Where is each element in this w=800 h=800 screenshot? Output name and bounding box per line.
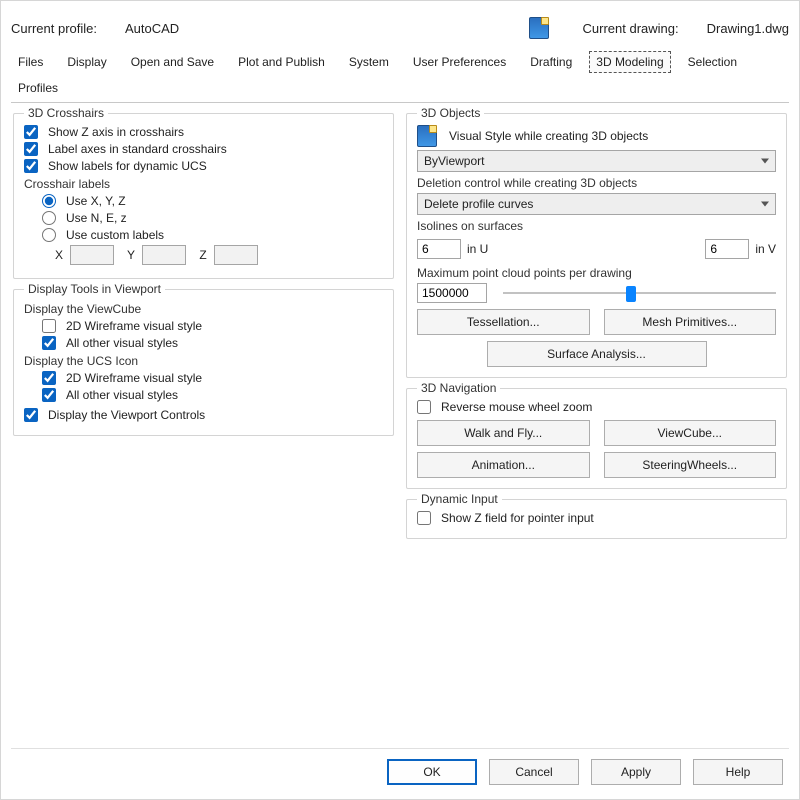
- drawing-icon: [529, 17, 549, 39]
- tab-files[interactable]: Files: [11, 51, 50, 73]
- tab-system[interactable]: System: [342, 51, 396, 73]
- chk-viewcube-other-input[interactable]: [42, 336, 56, 350]
- chk-reverse-wheel[interactable]: Reverse mouse wheel zoom: [417, 400, 776, 414]
- chk-viewcube-2d[interactable]: 2D Wireframe visual style: [42, 319, 383, 333]
- btn-help[interactable]: Help: [693, 759, 783, 785]
- tab-plot-and-publish[interactable]: Plot and Publish: [231, 51, 332, 73]
- crosshair-labels-header: Crosshair labels: [24, 177, 383, 191]
- btn-steeringwheels[interactable]: SteeringWheels...: [604, 452, 777, 478]
- btn-animation[interactable]: Animation...: [417, 452, 590, 478]
- group-3d-objects: 3D Objects Visual Style while creating 3…: [406, 113, 787, 378]
- tab-user-preferences[interactable]: User Preferences: [406, 51, 513, 73]
- input-label-z[interactable]: [214, 245, 258, 265]
- chk-reverse-wheel-input[interactable]: [417, 400, 431, 414]
- btn-walk-fly[interactable]: Walk and Fly...: [417, 420, 590, 446]
- tab-content: 3D Crosshairs Show Z axis in crosshairs …: [11, 103, 789, 748]
- chk-show-z-axis[interactable]: Show Z axis in crosshairs: [24, 125, 383, 139]
- chk-label-axes[interactable]: Label axes in standard crosshairs: [24, 142, 383, 156]
- radio-xyz-input[interactable]: [42, 194, 56, 208]
- tab-profiles[interactable]: Profiles: [11, 77, 65, 98]
- dialog-buttons: OK Cancel Apply Help: [11, 748, 789, 789]
- chk-show-z-field-input[interactable]: [417, 511, 431, 525]
- group-viewport-tools: Display Tools in Viewport Display the Vi…: [13, 289, 394, 436]
- custom-labels-row: X Y Z: [52, 245, 383, 265]
- chk-ucs-2d[interactable]: 2D Wireframe visual style: [42, 371, 383, 385]
- chk-ucs-other[interactable]: All other visual styles: [42, 388, 383, 402]
- tab-drafting[interactable]: Drafting: [523, 51, 579, 73]
- viewcube-header: Display the ViewCube: [24, 302, 383, 316]
- input-label-y[interactable]: [142, 245, 186, 265]
- slider-max-pointcloud[interactable]: [503, 284, 776, 302]
- radio-nez[interactable]: Use N, E, z: [42, 211, 383, 225]
- btn-cancel[interactable]: Cancel: [489, 759, 579, 785]
- drawing-icon: [417, 125, 437, 147]
- group-legend: Dynamic Input: [417, 492, 502, 506]
- radio-xyz[interactable]: Use X, Y, Z: [42, 194, 383, 208]
- tab-3d-modeling[interactable]: 3D Modeling: [589, 51, 670, 73]
- current-profile-label: Current profile:: [11, 21, 97, 36]
- input-isolines-v[interactable]: [705, 239, 749, 259]
- tab-strip: Files Display Open and Save Plot and Publis…: [11, 45, 789, 103]
- right-column: 3D Objects Visual Style while creating 3…: [406, 113, 787, 742]
- btn-tessellation[interactable]: Tessellation...: [417, 309, 590, 335]
- current-drawing-value: Drawing1.dwg: [707, 21, 789, 36]
- input-max-pointcloud[interactable]: [417, 283, 487, 303]
- options-dialog: Current profile: AutoCAD Current drawing…: [0, 0, 800, 800]
- group-legend: Display Tools in Viewport: [24, 282, 165, 296]
- left-column: 3D Crosshairs Show Z axis in crosshairs …: [13, 113, 394, 742]
- radio-custom-input[interactable]: [42, 228, 56, 242]
- btn-mesh-primitives[interactable]: Mesh Primitives...: [604, 309, 777, 335]
- visual-style-dd[interactable]: ByViewport: [417, 150, 776, 172]
- input-isolines-u[interactable]: [417, 239, 461, 259]
- btn-apply[interactable]: Apply: [591, 759, 681, 785]
- chk-viewport-controls[interactable]: Display the Viewport Controls: [24, 408, 383, 422]
- btn-surface-analysis[interactable]: Surface Analysis...: [487, 341, 707, 367]
- tab-display[interactable]: Display: [60, 51, 113, 73]
- deletion-control-dd[interactable]: Delete profile curves: [417, 193, 776, 215]
- max-pointcloud-label: Maximum point cloud points per drawing: [417, 266, 776, 280]
- isolines-inputs: in U in V: [417, 236, 776, 262]
- chk-show-z-field[interactable]: Show Z field for pointer input: [417, 511, 776, 525]
- chk-ucs-2d-input[interactable]: [42, 371, 56, 385]
- btn-viewcube[interactable]: ViewCube...: [604, 420, 777, 446]
- max-pointcloud-row: [417, 283, 776, 303]
- group-legend: 3D Objects: [417, 106, 484, 120]
- chk-viewcube-other[interactable]: All other visual styles: [42, 336, 383, 350]
- chk-viewport-controls-input[interactable]: [24, 408, 38, 422]
- current-drawing-label: Current drawing:: [583, 21, 679, 36]
- chk-dynamic-ucs-labels-input[interactable]: [24, 159, 38, 173]
- radio-custom[interactable]: Use custom labels: [42, 228, 383, 242]
- group-dynamic-input: Dynamic Input Show Z field for pointer i…: [406, 499, 787, 539]
- radio-nez-input[interactable]: [42, 211, 56, 225]
- chk-show-z-axis-input[interactable]: [24, 125, 38, 139]
- header-row: Current profile: AutoCAD Current drawing…: [11, 7, 789, 45]
- slider-thumb[interactable]: [626, 286, 636, 302]
- input-label-x[interactable]: [70, 245, 114, 265]
- chk-label-axes-input[interactable]: [24, 142, 38, 156]
- group-legend: 3D Navigation: [417, 381, 500, 395]
- group-legend: 3D Crosshairs: [24, 106, 108, 120]
- chk-ucs-other-input[interactable]: [42, 388, 56, 402]
- ucs-icon-header: Display the UCS Icon: [24, 354, 383, 368]
- deletion-control-label: Deletion control while creating 3D objec…: [417, 176, 776, 190]
- chk-viewcube-2d-input[interactable]: [42, 319, 56, 333]
- group-3d-navigation: 3D Navigation Reverse mouse wheel zoom W…: [406, 388, 787, 489]
- chk-dynamic-ucs-labels[interactable]: Show labels for dynamic UCS: [24, 159, 383, 173]
- deletion-control-select[interactable]: Delete profile curves: [417, 193, 776, 215]
- group-3d-crosshairs: 3D Crosshairs Show Z axis in crosshairs …: [13, 113, 394, 279]
- btn-ok[interactable]: OK: [387, 759, 477, 785]
- visual-style-row: Visual Style while creating 3D objects: [417, 125, 776, 147]
- current-profile-value: AutoCAD: [125, 21, 179, 36]
- tab-open-and-save[interactable]: Open and Save: [124, 51, 221, 73]
- isolines-label: Isolines on surfaces: [417, 219, 776, 233]
- visual-style-select[interactable]: ByViewport: [417, 150, 776, 172]
- tab-selection[interactable]: Selection: [681, 51, 744, 73]
